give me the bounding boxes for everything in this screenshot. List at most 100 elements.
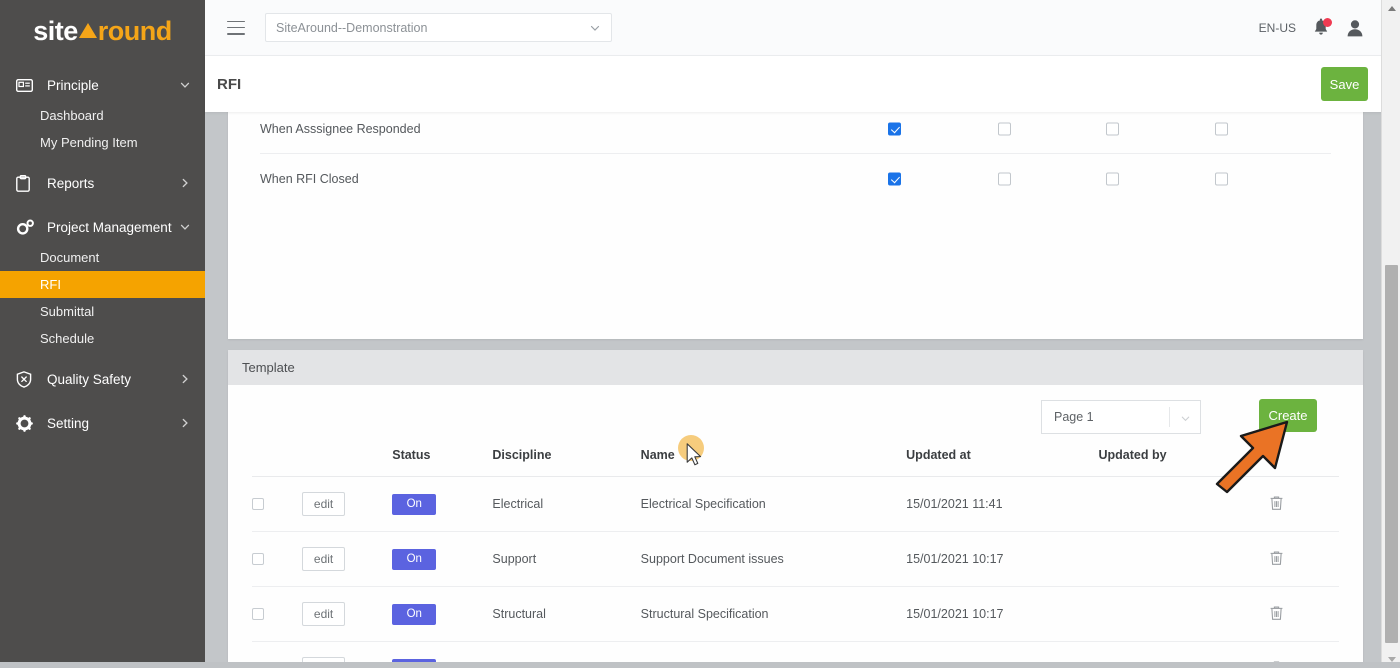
sidebar-item-label: RFI [40, 277, 61, 292]
chevron-down-icon [1180, 413, 1191, 424]
scroll-up-button[interactable] [1382, 0, 1400, 17]
row-checkbox[interactable] [252, 553, 264, 565]
window-bottom-edge [0, 662, 1400, 668]
sidebar-item-label: Schedule [40, 331, 94, 346]
page-title-bar: RFI Save [205, 56, 1386, 112]
language-selector[interactable]: EN-US [1259, 21, 1296, 35]
th-discipline: Discipline [492, 448, 640, 477]
notification-badge [1323, 18, 1332, 27]
notification-row: When Asssignee Responded [260, 112, 1331, 154]
trash-icon [1269, 495, 1284, 511]
cell-updated-at: 15/01/2021 10:17 [906, 587, 1098, 642]
gears-icon [16, 218, 38, 236]
user-avatar-icon[interactable] [1346, 18, 1364, 38]
brand-text-site: site [33, 16, 78, 47]
hamburger-icon[interactable] [227, 21, 245, 35]
cell-discipline: Electrical [492, 477, 640, 532]
page-selector-divider [1169, 407, 1170, 427]
cell-updated-by [1099, 532, 1269, 587]
notification-checkbox[interactable] [1215, 122, 1228, 135]
notification-checkbox[interactable] [888, 122, 901, 135]
sidebar-item-my-pending-item[interactable]: My Pending Item [0, 129, 205, 156]
save-button[interactable]: Save [1321, 67, 1368, 101]
notification-settings-card: When Asssignee Responded When RFI Closed [228, 112, 1363, 339]
sidebar-item-label: My Pending Item [40, 135, 138, 150]
cell-select [252, 532, 302, 587]
sidebar-group-reports[interactable]: Reports [0, 166, 205, 200]
edit-button[interactable]: edit [302, 602, 345, 626]
cell-name: Structural Specification [641, 587, 906, 642]
sidebar-item-submittal[interactable]: Submittal [0, 298, 205, 325]
status-badge[interactable]: On [392, 494, 436, 515]
page-selector[interactable]: Page 1 [1041, 400, 1201, 434]
trash-icon [1269, 550, 1284, 566]
sidebar-group-label: Reports [47, 176, 179, 191]
content-scroll-area: When Asssignee Responded When RFI Closed… [205, 112, 1386, 668]
notification-checkbox[interactable] [888, 173, 901, 186]
scrollbar-thumb[interactable] [1385, 265, 1398, 643]
status-badge[interactable]: On [392, 549, 436, 570]
cell-updated-by [1099, 587, 1269, 642]
sidebar-item-schedule[interactable]: Schedule [0, 325, 205, 352]
cell-select [252, 587, 302, 642]
brand-triangle-icon [79, 23, 97, 38]
cell-edit: edit [302, 477, 392, 532]
sidebar-group-project-management[interactable]: Project Management [0, 210, 205, 244]
delete-row-button[interactable] [1269, 550, 1284, 566]
row-checkbox[interactable] [252, 608, 264, 620]
trash-icon [1269, 605, 1284, 621]
th-updated-by: Updated by [1099, 448, 1269, 477]
cell-status: On [392, 532, 492, 587]
cell-discipline: Support [492, 532, 640, 587]
sidebar-item-document[interactable]: Document [0, 244, 205, 271]
main-area: SiteAround--Demonstration EN-US [205, 0, 1400, 668]
sidebar: site round Principle Dashboard My Pending… [0, 0, 205, 668]
sidebar-group-label: Project Management [47, 220, 179, 235]
project-selector[interactable]: SiteAround--Demonstration [265, 13, 612, 42]
th-edit [302, 448, 392, 477]
cell-delete [1269, 477, 1339, 532]
notification-bell-button[interactable] [1312, 18, 1330, 38]
notification-row: When RFI Closed [260, 154, 1331, 204]
project-selector-value: SiteAround--Demonstration [276, 21, 589, 35]
id-card-icon [16, 76, 38, 94]
row-checkbox[interactable] [252, 498, 264, 510]
delete-row-button[interactable] [1269, 605, 1284, 621]
notification-checkbox[interactable] [1106, 122, 1119, 135]
cell-name: Electrical Specification [641, 477, 906, 532]
template-table: Status Discipline Name Updated at Update… [252, 448, 1339, 668]
notification-checkbox[interactable] [998, 173, 1011, 186]
brand-text-round: round [98, 16, 172, 47]
table-body: edit On Electrical Electrical Specificat… [252, 477, 1339, 668]
sidebar-group-label: Quality Safety [47, 372, 179, 387]
gear-icon [16, 414, 38, 432]
sidebar-item-label: Submittal [40, 304, 94, 319]
sidebar-group-principle[interactable]: Principle [0, 68, 205, 102]
edit-button[interactable]: edit [302, 547, 345, 571]
notification-checkbox[interactable] [1215, 173, 1228, 186]
cell-select [252, 477, 302, 532]
cell-edit: edit [302, 587, 392, 642]
template-section-title: Template [228, 350, 1363, 385]
brand-logo[interactable]: site round [0, 0, 205, 58]
chevron-right-icon [179, 373, 191, 385]
create-button[interactable]: Create [1259, 399, 1317, 432]
sidebar-item-rfi[interactable]: RFI [0, 271, 205, 298]
sidebar-group-setting[interactable]: Setting [0, 406, 205, 440]
vertical-scrollbar[interactable] [1381, 0, 1400, 668]
delete-row-button[interactable] [1269, 495, 1284, 511]
sidebar-group-label: Principle [47, 78, 179, 93]
cell-updated-by [1099, 477, 1269, 532]
notification-row-label: When Asssignee Responded [260, 122, 421, 136]
template-toolbar: Page 1 Create [252, 385, 1339, 448]
status-badge[interactable]: On [392, 604, 436, 625]
th-status: Status [392, 448, 492, 477]
sidebar-item-dashboard[interactable]: Dashboard [0, 102, 205, 129]
cell-updated-at: 15/01/2021 10:17 [906, 532, 1098, 587]
notification-checkbox[interactable] [1106, 173, 1119, 186]
sidebar-group-quality-safety[interactable]: Quality Safety [0, 362, 205, 396]
edit-button[interactable]: edit [302, 492, 345, 516]
chevron-right-icon [179, 417, 191, 429]
notification-checkbox[interactable] [998, 122, 1011, 135]
chevron-down-icon [179, 221, 191, 233]
